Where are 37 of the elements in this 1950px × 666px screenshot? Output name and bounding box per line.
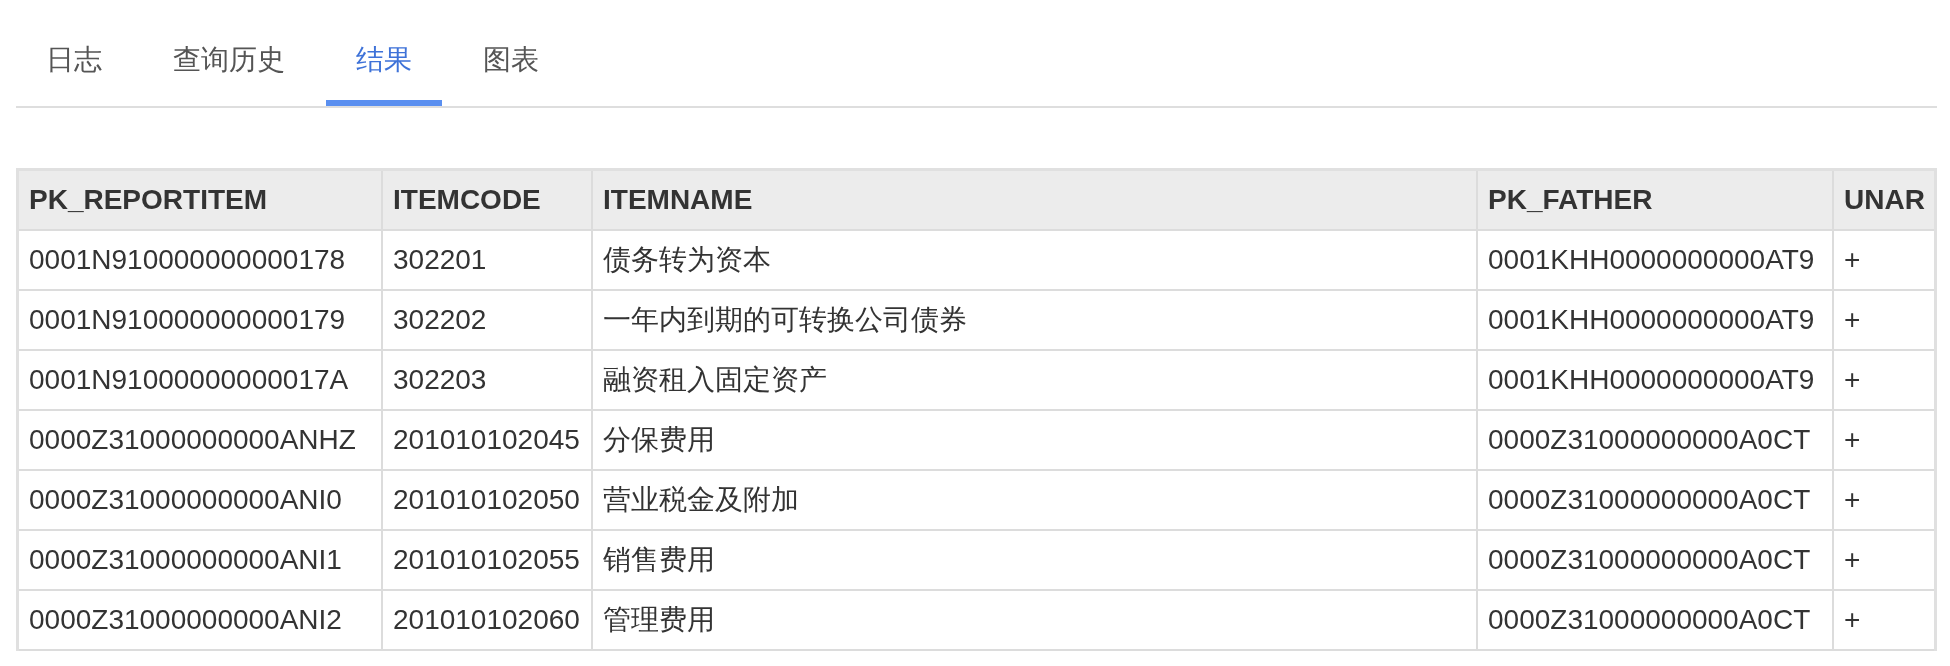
table-cell: 201010102060 xyxy=(382,590,592,650)
table-cell: 分保费用 xyxy=(592,410,1477,470)
column-header: PK_FATHER xyxy=(1477,171,1833,230)
column-header: UNAR xyxy=(1833,171,1934,230)
table-cell: 0000Z31000000000ANI0 xyxy=(19,470,382,530)
table-cell: 0000Z31000000000ANI1 xyxy=(19,530,382,590)
table-cell: 0001KHH0000000000AT9 xyxy=(1477,230,1833,290)
tab[interactable]: 日志 xyxy=(16,0,132,106)
table-cell: 0000Z31000000000A0CT xyxy=(1477,530,1833,590)
table-cell: 0000Z31000000000A0CT xyxy=(1477,470,1833,530)
table-cell: 销售费用 xyxy=(592,530,1477,590)
table-cell: 0001N91000000000017A xyxy=(19,350,382,410)
table-cell: 管理费用 xyxy=(592,590,1477,650)
tab[interactable]: 结果 xyxy=(326,0,442,106)
table-cell: 0001N910000000000179 xyxy=(19,290,382,350)
table-cell: 一年内到期的可转换公司债券 xyxy=(592,290,1477,350)
column-header: ITEMCODE xyxy=(382,171,592,230)
table-cell: 0001N910000000000178 xyxy=(19,230,382,290)
table-cell: 0001KHH0000000000AT9 xyxy=(1477,290,1833,350)
table-cell: 0000Z31000000000A0CT xyxy=(1477,590,1833,650)
table-cell: 债务转为资本 xyxy=(592,230,1477,290)
table-cell: 302202 xyxy=(382,290,592,350)
table-cell: 0000Z31000000000ANHZ xyxy=(19,410,382,470)
table-cell: 201010102055 xyxy=(382,530,592,590)
tab[interactable]: 查询历史 xyxy=(143,0,315,106)
table-cell: 0001KHH0000000000AT9 xyxy=(1477,350,1833,410)
table-cell: 302201 xyxy=(382,230,592,290)
table-cell: 201010102045 xyxy=(382,410,592,470)
tab[interactable]: 图表 xyxy=(453,0,569,106)
column-header: ITEMNAME xyxy=(592,171,1477,230)
table-cell: 0000Z31000000000ANI2 xyxy=(19,590,382,650)
column-header: PK_REPORTITEM xyxy=(19,171,382,230)
table-cell: 302203 xyxy=(382,350,592,410)
table-cell: 201010102050 xyxy=(382,470,592,530)
table-cell: 0000Z31000000000A0CT xyxy=(1477,410,1833,470)
table-cell: 融资租入固定资产 xyxy=(592,350,1477,410)
table-cell: 营业税金及附加 xyxy=(592,470,1477,530)
